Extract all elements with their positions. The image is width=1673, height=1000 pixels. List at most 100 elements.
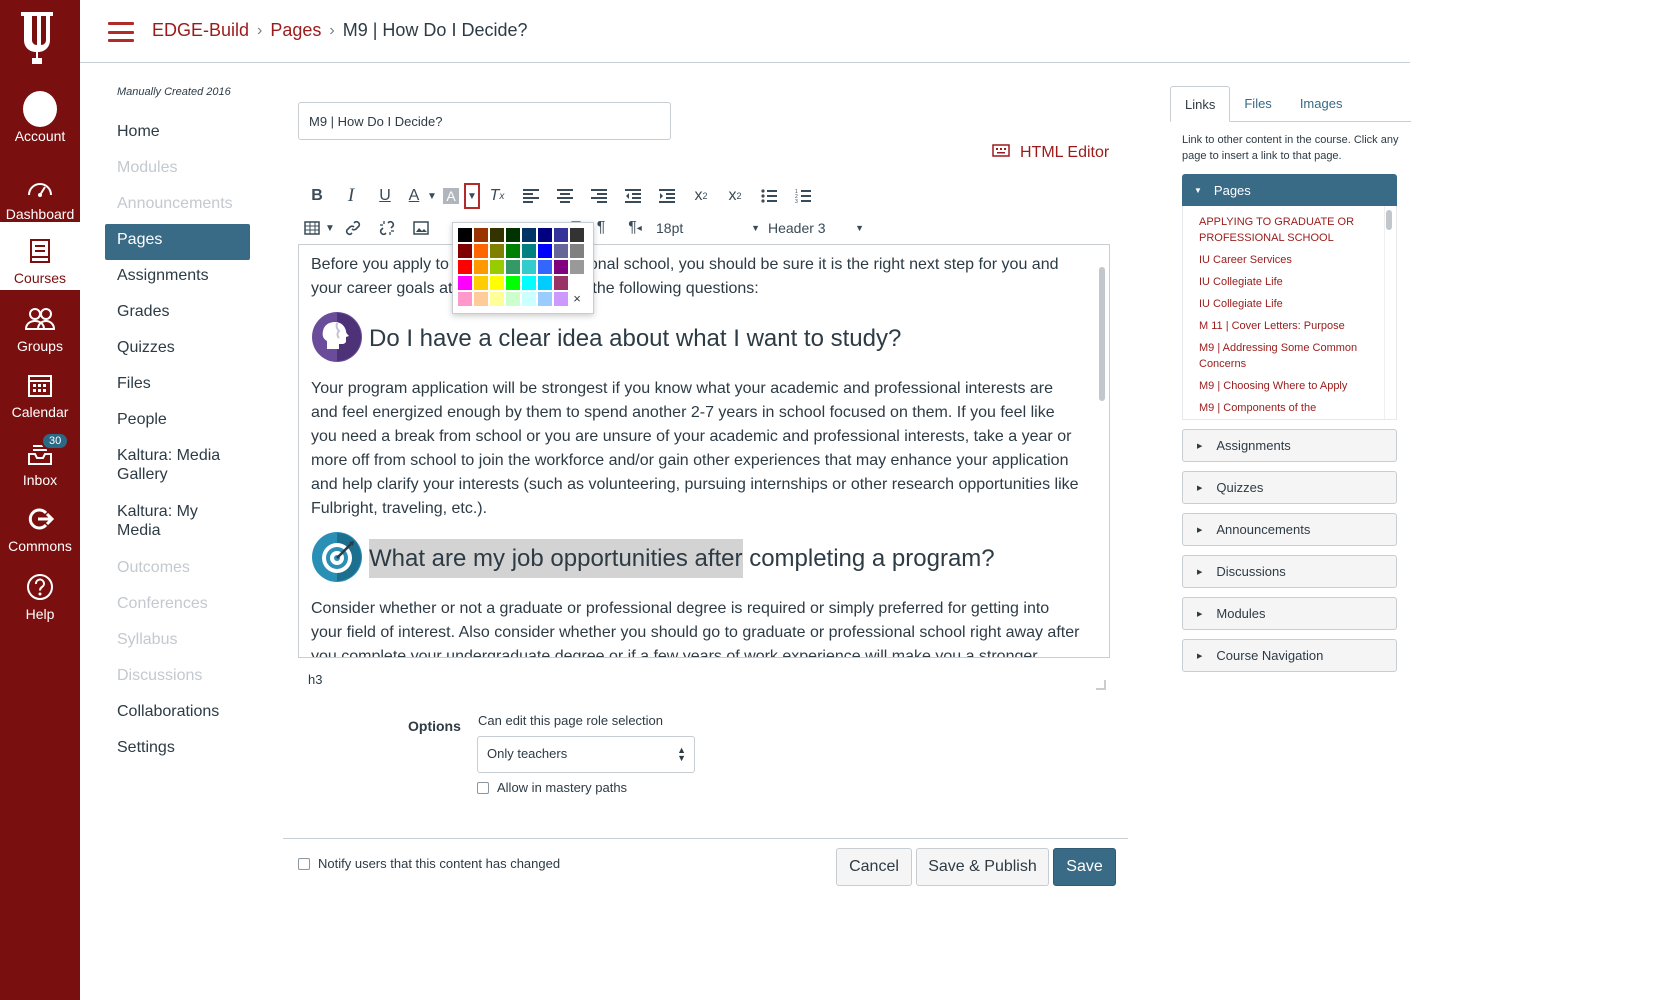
global-nav-help[interactable]: Help (0, 570, 80, 622)
color-swatch[interactable] (537, 291, 553, 307)
page-link[interactable]: M9 | Addressing Some Common Concerns (1199, 340, 1376, 372)
tab-images[interactable]: Images (1286, 86, 1357, 121)
color-swatch[interactable] (553, 259, 569, 275)
color-swatch[interactable] (553, 291, 569, 307)
pages-list-scrolltrack[interactable] (1384, 206, 1394, 419)
indent-icon[interactable] (650, 182, 684, 210)
color-swatch[interactable] (489, 227, 505, 243)
color-swatch[interactable] (569, 275, 585, 291)
global-nav-dashboard[interactable]: Dashboard (0, 170, 80, 222)
section-announcements[interactable]: ▶ Announcements (1182, 513, 1397, 546)
color-swatch[interactable] (473, 227, 489, 243)
course-nav-discussions[interactable]: Discussions (105, 660, 250, 696)
course-nav-announcements[interactable]: Announcements (105, 188, 250, 224)
image-icon[interactable] (404, 214, 438, 242)
color-swatch[interactable] (521, 259, 537, 275)
color-swatch[interactable] (569, 259, 585, 275)
global-nav-inbox[interactable]: 30 Inbox (0, 432, 80, 488)
color-swatch[interactable] (537, 243, 553, 259)
iu-trident-logo[interactable] (0, 8, 80, 72)
rich-content-editor[interactable]: Before you apply to onal school, you shou… (298, 244, 1110, 658)
course-nav-syllabus[interactable]: Syllabus (105, 624, 250, 660)
global-nav-calendar[interactable]: Calendar (0, 368, 80, 420)
bold-button[interactable]: B (300, 182, 334, 210)
course-nav-modules[interactable]: Modules (105, 152, 250, 188)
course-nav-assignments[interactable]: Assignments (105, 260, 250, 296)
color-swatch[interactable] (489, 275, 505, 291)
font-size-select[interactable]: 18pt ▼ (652, 214, 764, 242)
unlink-icon[interactable] (370, 214, 404, 242)
html-editor-toggle[interactable]: HTML Editor (992, 143, 1109, 162)
global-nav-account[interactable]: Account (0, 91, 80, 144)
global-nav-commons[interactable]: Commons (0, 502, 80, 554)
color-swatch[interactable] (505, 275, 521, 291)
page-link[interactable]: IU Collegiate Life (1199, 296, 1376, 312)
course-nav-home[interactable]: Home (105, 116, 250, 152)
page-link[interactable]: APPLYING TO GRADUATE OR PROFESSIONAL SCH… (1199, 214, 1376, 246)
breadcrumb-course-link[interactable]: EDGE-Build (152, 20, 249, 41)
notify-checkbox[interactable] (298, 857, 310, 870)
page-link[interactable]: M9 | Choosing Where to Apply (1199, 378, 1376, 394)
superscript-icon[interactable]: x2 (684, 182, 718, 210)
cancel-button[interactable]: Cancel (836, 848, 912, 886)
color-swatch[interactable] (537, 227, 553, 243)
mastery-paths-option[interactable]: Allow in mastery paths (477, 780, 627, 795)
save-button[interactable]: Save (1053, 848, 1116, 886)
format-select[interactable]: Header 3 ▼ (764, 214, 868, 242)
pages-list-scrollbar[interactable] (1386, 210, 1392, 230)
color-swatch[interactable] (521, 243, 537, 259)
notify-option[interactable]: Notify users that this content has chang… (298, 856, 560, 871)
color-swatch[interactable] (457, 259, 473, 275)
section-quizzes[interactable]: ▶ Quizzes (1182, 471, 1397, 504)
color-swatch[interactable] (505, 291, 521, 307)
table-icon[interactable] (300, 214, 324, 242)
rtl-paragraph-icon[interactable]: ¶ ◂ (618, 214, 652, 242)
color-swatch[interactable] (521, 291, 537, 307)
tab-files[interactable]: Files (1230, 86, 1285, 121)
section-discussions[interactable]: ▶ Discussions (1182, 555, 1397, 588)
underline-button[interactable]: U (368, 182, 402, 210)
align-left-icon[interactable] (514, 182, 548, 210)
page-link[interactable]: IU Collegiate Life (1199, 274, 1376, 290)
section-course-navigation[interactable]: ▶ Course Navigation (1182, 639, 1397, 672)
background-color-button[interactable]: A (438, 182, 464, 210)
section-assignments[interactable]: ▶ Assignments (1182, 429, 1397, 462)
editor-resize-handle[interactable] (1096, 680, 1106, 690)
color-swatch[interactable] (537, 275, 553, 291)
color-swatch[interactable] (521, 227, 537, 243)
background-color-dropdown-icon[interactable]: ▼ (464, 183, 480, 209)
course-nav-files[interactable]: Files (105, 368, 250, 404)
pages-section-header[interactable]: ▼ Pages (1182, 174, 1397, 206)
link-icon[interactable] (336, 214, 370, 242)
color-swatch[interactable] (537, 259, 553, 275)
color-swatch[interactable] (505, 227, 521, 243)
mastery-paths-checkbox[interactable] (477, 781, 489, 794)
color-swatch[interactable] (569, 243, 585, 259)
course-nav-conferences[interactable]: Conferences (105, 588, 250, 624)
color-swatch[interactable] (553, 275, 569, 291)
save-and-publish-button[interactable]: Save & Publish (916, 848, 1049, 886)
color-swatch[interactable] (457, 291, 473, 307)
page-title-input[interactable] (298, 102, 671, 140)
color-swatch[interactable] (457, 243, 473, 259)
color-swatch[interactable] (489, 259, 505, 275)
color-swatch[interactable] (489, 291, 505, 307)
editor-content[interactable]: Before you apply to onal school, you shou… (311, 245, 1083, 657)
global-nav-courses[interactable]: Courses (0, 222, 80, 290)
color-swatch[interactable] (473, 291, 489, 307)
hamburger-menu-icon[interactable] (108, 22, 134, 42)
color-swatch[interactable] (489, 243, 505, 259)
course-nav-people[interactable]: People (105, 404, 250, 440)
breadcrumb-pages-link[interactable]: Pages (270, 20, 321, 41)
align-center-icon[interactable] (548, 182, 582, 210)
color-swatch[interactable] (457, 227, 473, 243)
subscript-icon[interactable]: x2 (718, 182, 752, 210)
course-nav-grades[interactable]: Grades (105, 296, 250, 332)
course-nav-pages[interactable]: Pages (105, 224, 250, 260)
course-nav-outcomes[interactable]: Outcomes (105, 552, 250, 588)
color-swatch[interactable] (553, 227, 569, 243)
outdent-icon[interactable] (616, 182, 650, 210)
color-swatch[interactable] (553, 243, 569, 259)
color-swatch[interactable] (473, 259, 489, 275)
table-dropdown-icon[interactable]: ▼ (324, 214, 336, 242)
